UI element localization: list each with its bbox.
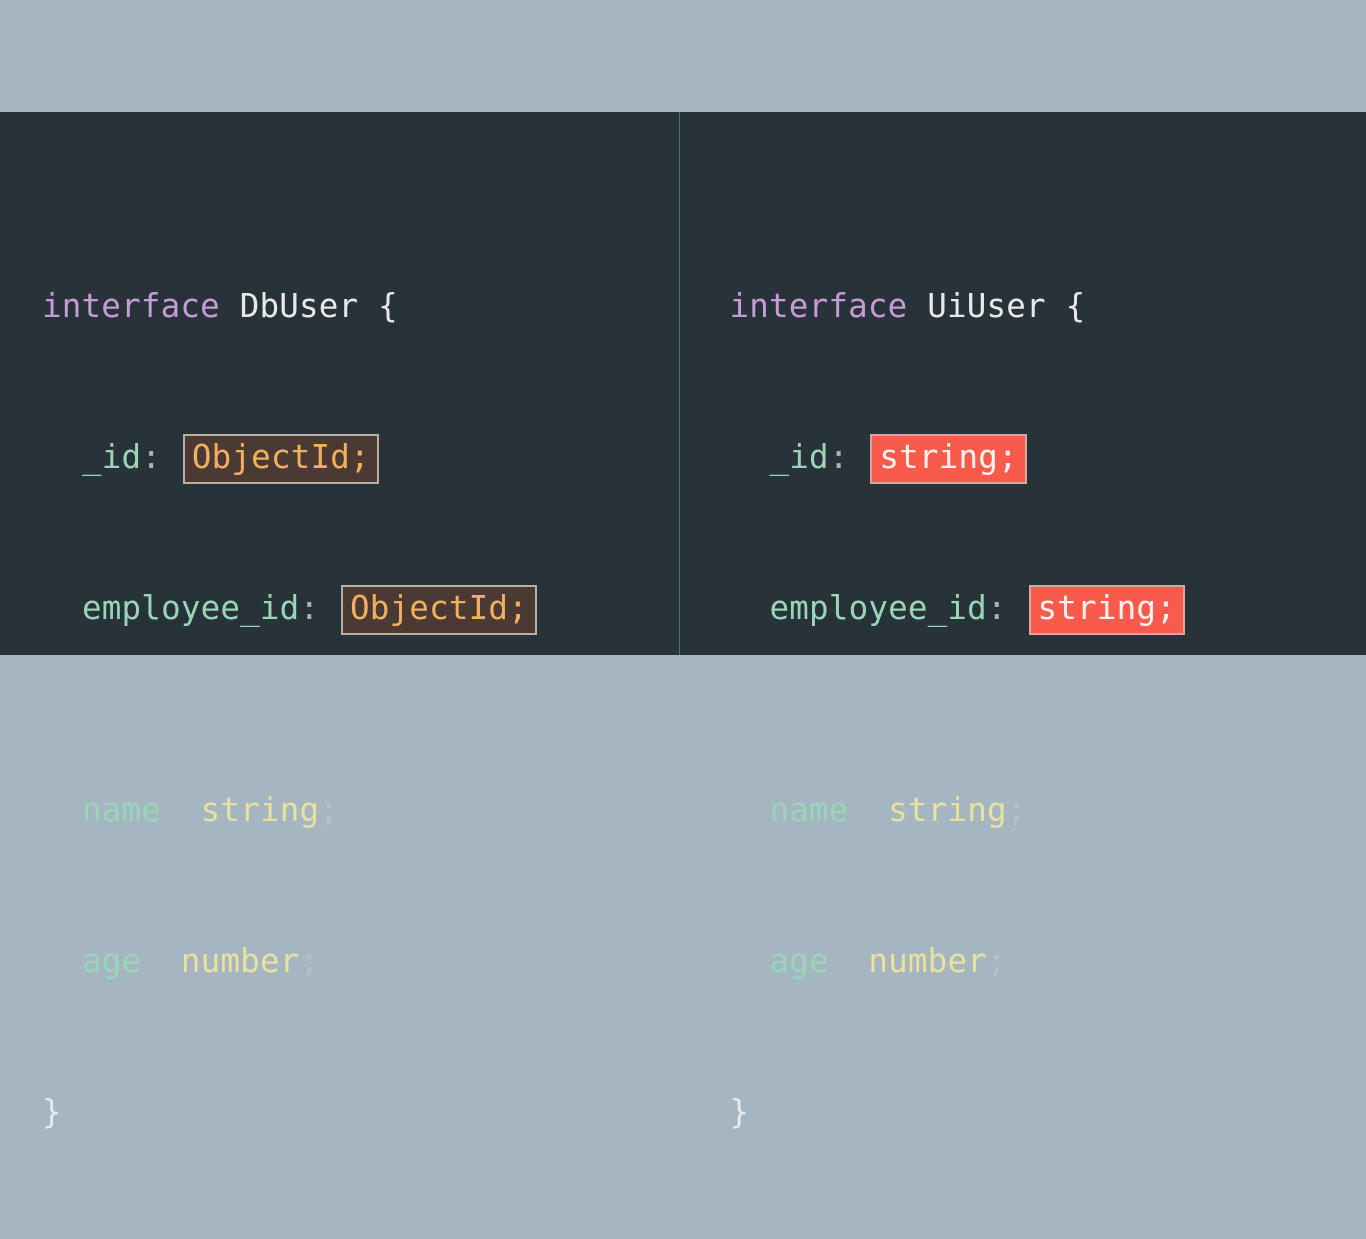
keyword-token: interface: [730, 287, 908, 325]
property-token: age: [770, 942, 829, 980]
code-line: age: number;: [730, 936, 1366, 987]
type-token: number: [181, 942, 300, 980]
semicolon-token: ;: [319, 791, 339, 829]
code-compare-container: interface DbUser { _id: ObjectId; employ…: [0, 112, 1366, 655]
open-brace-token: {: [378, 287, 398, 325]
code-pane-right: interface UiUser { _id: string; employee…: [680, 112, 1366, 655]
type-name-token: DbUser: [240, 287, 359, 325]
semicolon-token: ;: [987, 942, 1007, 980]
colon-token: :: [987, 589, 1007, 627]
colon-token: :: [141, 438, 161, 476]
code-line: }: [42, 1087, 679, 1138]
type-name-token: UiUser: [927, 287, 1046, 325]
colon-token: :: [141, 942, 161, 980]
code-line: _id: ObjectId;: [42, 432, 679, 483]
semicolon-token: ;: [1007, 791, 1027, 829]
code-line: interface UiUser {: [730, 281, 1366, 332]
property-token: name: [770, 791, 849, 829]
code-line: employee_id: string;: [730, 583, 1366, 634]
code-line: name: string;: [42, 785, 679, 836]
code-pane-left: interface DbUser { _id: ObjectId; employ…: [0, 112, 680, 655]
type-token: number: [868, 942, 987, 980]
type-highlight-box: string;: [870, 434, 1026, 484]
close-brace-token: }: [42, 1093, 62, 1131]
close-brace-token: }: [730, 1093, 750, 1131]
colon-token: :: [829, 438, 849, 476]
property-token: employee_id: [770, 589, 987, 627]
type-token: string: [888, 791, 1007, 829]
property-token: age: [82, 942, 141, 980]
colon-token: :: [829, 942, 849, 980]
property-token: _id: [770, 438, 829, 476]
type-token: string: [201, 791, 320, 829]
keyword-token: interface: [42, 287, 220, 325]
semicolon-token: ;: [299, 942, 319, 980]
colon-token: :: [299, 589, 319, 627]
type-highlight-box: string;: [1029, 585, 1185, 635]
code-line: name: string;: [730, 785, 1366, 836]
code-line: interface DbUser {: [42, 281, 679, 332]
colon-token: :: [849, 791, 869, 829]
property-token: name: [82, 791, 161, 829]
open-brace-token: {: [1066, 287, 1086, 325]
code-line: employee_id: ObjectId;: [42, 583, 679, 634]
colon-token: :: [161, 791, 181, 829]
type-highlight-box: ObjectId;: [183, 434, 379, 484]
code-line: }: [730, 1087, 1366, 1138]
property-token: employee_id: [82, 589, 299, 627]
code-line: age: number;: [42, 936, 679, 987]
property-token: _id: [82, 438, 141, 476]
code-line: _id: string;: [730, 432, 1366, 483]
type-highlight-box: ObjectId;: [341, 585, 537, 635]
